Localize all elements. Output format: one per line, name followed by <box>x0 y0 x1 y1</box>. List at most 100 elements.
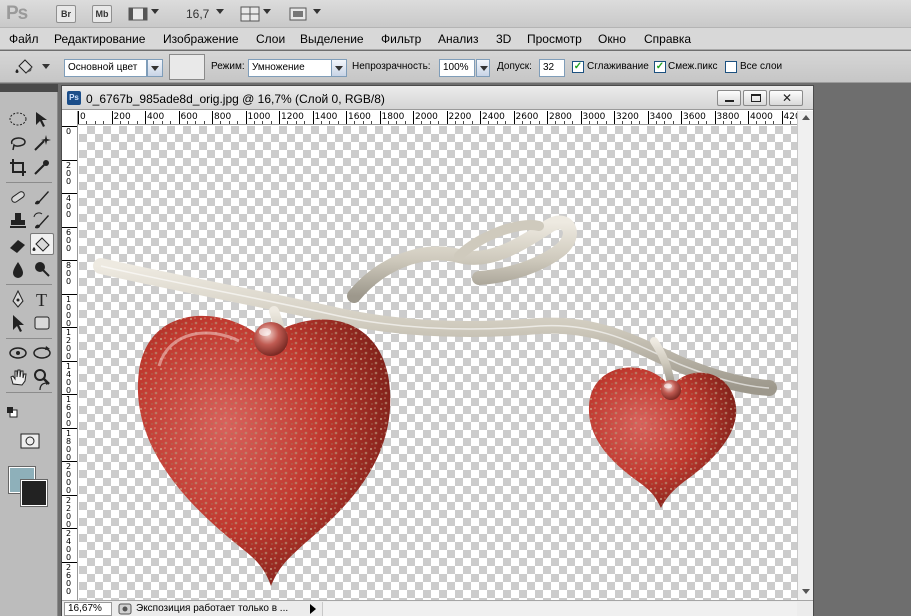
maximize-button[interactable] <box>743 90 767 106</box>
type-tool-icon[interactable]: T <box>30 288 54 310</box>
pattern-picker[interactable] <box>169 54 205 80</box>
menu-layer[interactable]: Слои <box>256 32 285 46</box>
fill-source-select[interactable]: Основной цвет <box>64 59 147 77</box>
menu-image[interactable]: Изображение <box>163 32 239 46</box>
menu-file[interactable]: Файл <box>9 32 39 46</box>
ruler-minor-tick <box>170 121 172 124</box>
fill-source-dropdown-button[interactable] <box>147 59 163 77</box>
document-title-bar[interactable]: Ps 0_6767b_985ade8d_orig.jpg @ 16,7% (Сл… <box>62 86 813 110</box>
ruler-minor-tick <box>722 121 724 124</box>
zoom-dropdown-icon[interactable] <box>216 9 224 14</box>
ruler-label: 0 <box>80 112 86 122</box>
status-info-text: Экспозиция работает только в ... <box>136 603 289 614</box>
menu-edit[interactable]: Редактирование <box>54 32 145 46</box>
launch-minibridge-button[interactable]: Mb <box>92 5 112 23</box>
ruler-minor-tick <box>764 121 766 124</box>
vertical-ruler[interactable]: 0 200 400 600 800 1000 1200 1400 1600 1800 2000 220… <box>62 111 78 600</box>
default-colors-icon[interactable] <box>6 406 18 418</box>
ruler-label: 3600 <box>683 112 706 122</box>
ruler-minor-tick <box>555 121 557 124</box>
paint-bucket-icon[interactable] <box>14 57 36 77</box>
eyedropper-tool-icon[interactable] <box>30 156 54 178</box>
brush-tool-icon[interactable] <box>30 186 54 208</box>
ruler-minor-tick <box>128 121 130 124</box>
status-zoom-field[interactable]: 16,67% <box>64 602 112 616</box>
clone-stamp-tool-icon[interactable] <box>6 210 30 232</box>
screen-mode-dropdown-icon[interactable] <box>313 9 321 14</box>
ruler-label: 3200 <box>616 112 639 122</box>
ruler-minor-tick <box>103 121 105 124</box>
ruler-tick <box>681 111 682 124</box>
opacity-slider-button[interactable] <box>476 59 490 77</box>
view-extras-dropdown-icon[interactable] <box>151 9 159 14</box>
background-color-swatch[interactable] <box>20 479 48 507</box>
menu-analysis[interactable]: Анализ <box>438 32 479 46</box>
ruler-minor-tick <box>228 121 230 124</box>
ruler-minor-tick <box>756 121 758 124</box>
all-layers-checkbox[interactable] <box>725 61 737 73</box>
antialias-checkbox[interactable]: ✓ <box>572 61 584 73</box>
ruler-minor-tick <box>195 121 197 124</box>
lasso-tool-icon[interactable] <box>6 132 30 154</box>
history-brush-tool-icon[interactable] <box>30 210 54 232</box>
ruler-minor-tick <box>337 121 339 124</box>
vertical-scrollbar[interactable] <box>797 111 813 600</box>
ruler-minor-tick <box>605 121 607 124</box>
tool-preset-dropdown-icon[interactable] <box>42 64 50 69</box>
ruler-minor-tick <box>488 121 490 124</box>
arrange-documents-dropdown-icon[interactable] <box>263 9 271 14</box>
minimize-button[interactable] <box>717 90 741 106</box>
horizontal-scrollbar[interactable] <box>322 602 797 616</box>
path-selection-tool-icon[interactable] <box>6 312 30 334</box>
status-info-icon[interactable] <box>118 603 132 615</box>
close-button[interactable]: ✕ <box>769 90 803 106</box>
swap-colors-icon[interactable] <box>38 381 50 393</box>
screen-mode-icon[interactable] <box>288 5 308 23</box>
view-extras-icon[interactable] <box>128 5 148 23</box>
paint-bucket-tool-icon[interactable] <box>30 233 54 255</box>
hand-tool-icon[interactable] <box>6 366 30 388</box>
scroll-up-icon[interactable] <box>802 115 810 120</box>
contiguous-checkbox[interactable]: ✓ <box>654 61 666 73</box>
menu-3d[interactable]: 3D <box>496 32 511 46</box>
3d-orbit-tool-icon[interactable] <box>30 342 54 364</box>
menu-filter[interactable]: Фильтр <box>381 32 421 46</box>
ruler-minor-tick <box>220 121 222 124</box>
document-canvas[interactable] <box>79 126 797 600</box>
ruler-minor-tick <box>773 121 775 124</box>
ruler-minor-tick <box>706 121 708 124</box>
opacity-field[interactable]: 100% <box>439 59 475 77</box>
status-menu-arrow-icon[interactable] <box>310 604 316 614</box>
blend-mode-select[interactable]: Умножение <box>248 59 332 77</box>
ruler-label: 2000 <box>415 112 438 122</box>
crop-tool-icon[interactable] <box>6 156 30 178</box>
ruler-label: 1400 <box>66 361 72 395</box>
document-window: Ps 0_6767b_985ade8d_orig.jpg @ 16,7% (Сл… <box>61 85 814 616</box>
blur-tool-icon[interactable] <box>6 258 30 280</box>
arrange-documents-icon[interactable] <box>240 5 260 23</box>
blend-mode-dropdown-button[interactable] <box>331 59 347 77</box>
marquee-tool-icon[interactable] <box>6 108 30 130</box>
horizontal-ruler[interactable]: 0 200 400 600 800 1000 1200 1400 1600 1800 2000 220… <box>78 111 797 125</box>
eraser-tool-icon[interactable] <box>6 234 30 256</box>
menu-view[interactable]: Просмотр <box>527 32 582 46</box>
ruler-minor-tick <box>287 121 289 124</box>
3d-rotate-tool-icon[interactable] <box>6 342 30 364</box>
menu-help[interactable]: Справка <box>644 32 691 46</box>
zoom-level-readout[interactable]: 16,7 <box>186 7 209 21</box>
tolerance-field[interactable]: 32 <box>539 59 565 77</box>
ruler-minor-tick <box>572 121 574 124</box>
tools-panel-grip[interactable] <box>0 84 58 92</box>
magic-wand-tool-icon[interactable] <box>30 132 54 154</box>
spot-healing-tool-icon[interactable] <box>6 186 30 208</box>
pen-tool-icon[interactable] <box>6 288 30 310</box>
ruler-minor-tick <box>697 121 699 124</box>
dodge-tool-icon[interactable] <box>30 258 54 280</box>
quick-mask-icon[interactable] <box>18 430 42 452</box>
launch-bridge-button[interactable]: Br <box>56 5 76 23</box>
menu-select[interactable]: Выделение <box>300 32 364 46</box>
scroll-down-icon[interactable] <box>802 589 810 594</box>
move-tool-icon[interactable] <box>30 108 54 130</box>
rectangle-tool-icon[interactable] <box>30 312 54 334</box>
menu-window[interactable]: Окно <box>598 32 626 46</box>
